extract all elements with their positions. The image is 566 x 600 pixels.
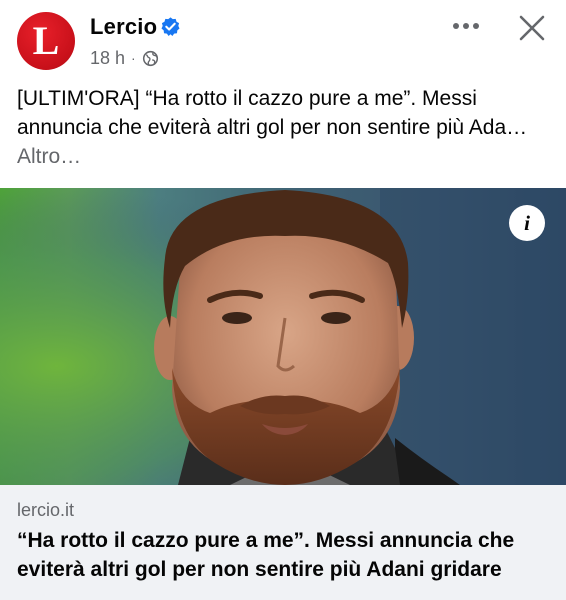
more-options-icon[interactable] — [448, 14, 484, 38]
facebook-post: L Lercio 18 h · [ULTIM'ORA] “Ha rotto il… — [0, 0, 566, 600]
portrait-photo — [0, 188, 566, 485]
svg-text:i: i — [524, 211, 530, 235]
globe-icon — [142, 50, 158, 66]
link-title[interactable]: “Ha rotto il cazzo pure a me”. Messi ann… — [17, 526, 557, 584]
avatar[interactable]: L — [17, 12, 75, 70]
post-timestamp[interactable]: 18 h — [90, 48, 125, 69]
link-domain: lercio.it — [17, 500, 75, 520]
post-image[interactable] — [0, 188, 566, 485]
page-name[interactable]: Lercio — [90, 14, 157, 40]
info-icon[interactable]: i — [508, 204, 546, 242]
see-more-link[interactable]: Altro… — [17, 145, 81, 168]
verified-badge-icon — [161, 17, 180, 37]
caption-text: [ULTIM'ORA] “Ha rotto il cazzo pure a me… — [17, 87, 528, 139]
post-meta: 18 h · — [90, 47, 159, 69]
link-preview[interactable]: lercio.it “Ha rotto il cazzo pure a me”.… — [0, 485, 566, 600]
post-caption: [ULTIM'ORA] “Ha rotto il cazzo pure a me… — [17, 84, 557, 171]
close-icon[interactable] — [517, 13, 547, 43]
avatar-logo-letter: L — [32, 18, 60, 63]
meta-separator: · — [131, 50, 136, 66]
post-header: L Lercio 18 h · — [0, 0, 566, 78]
